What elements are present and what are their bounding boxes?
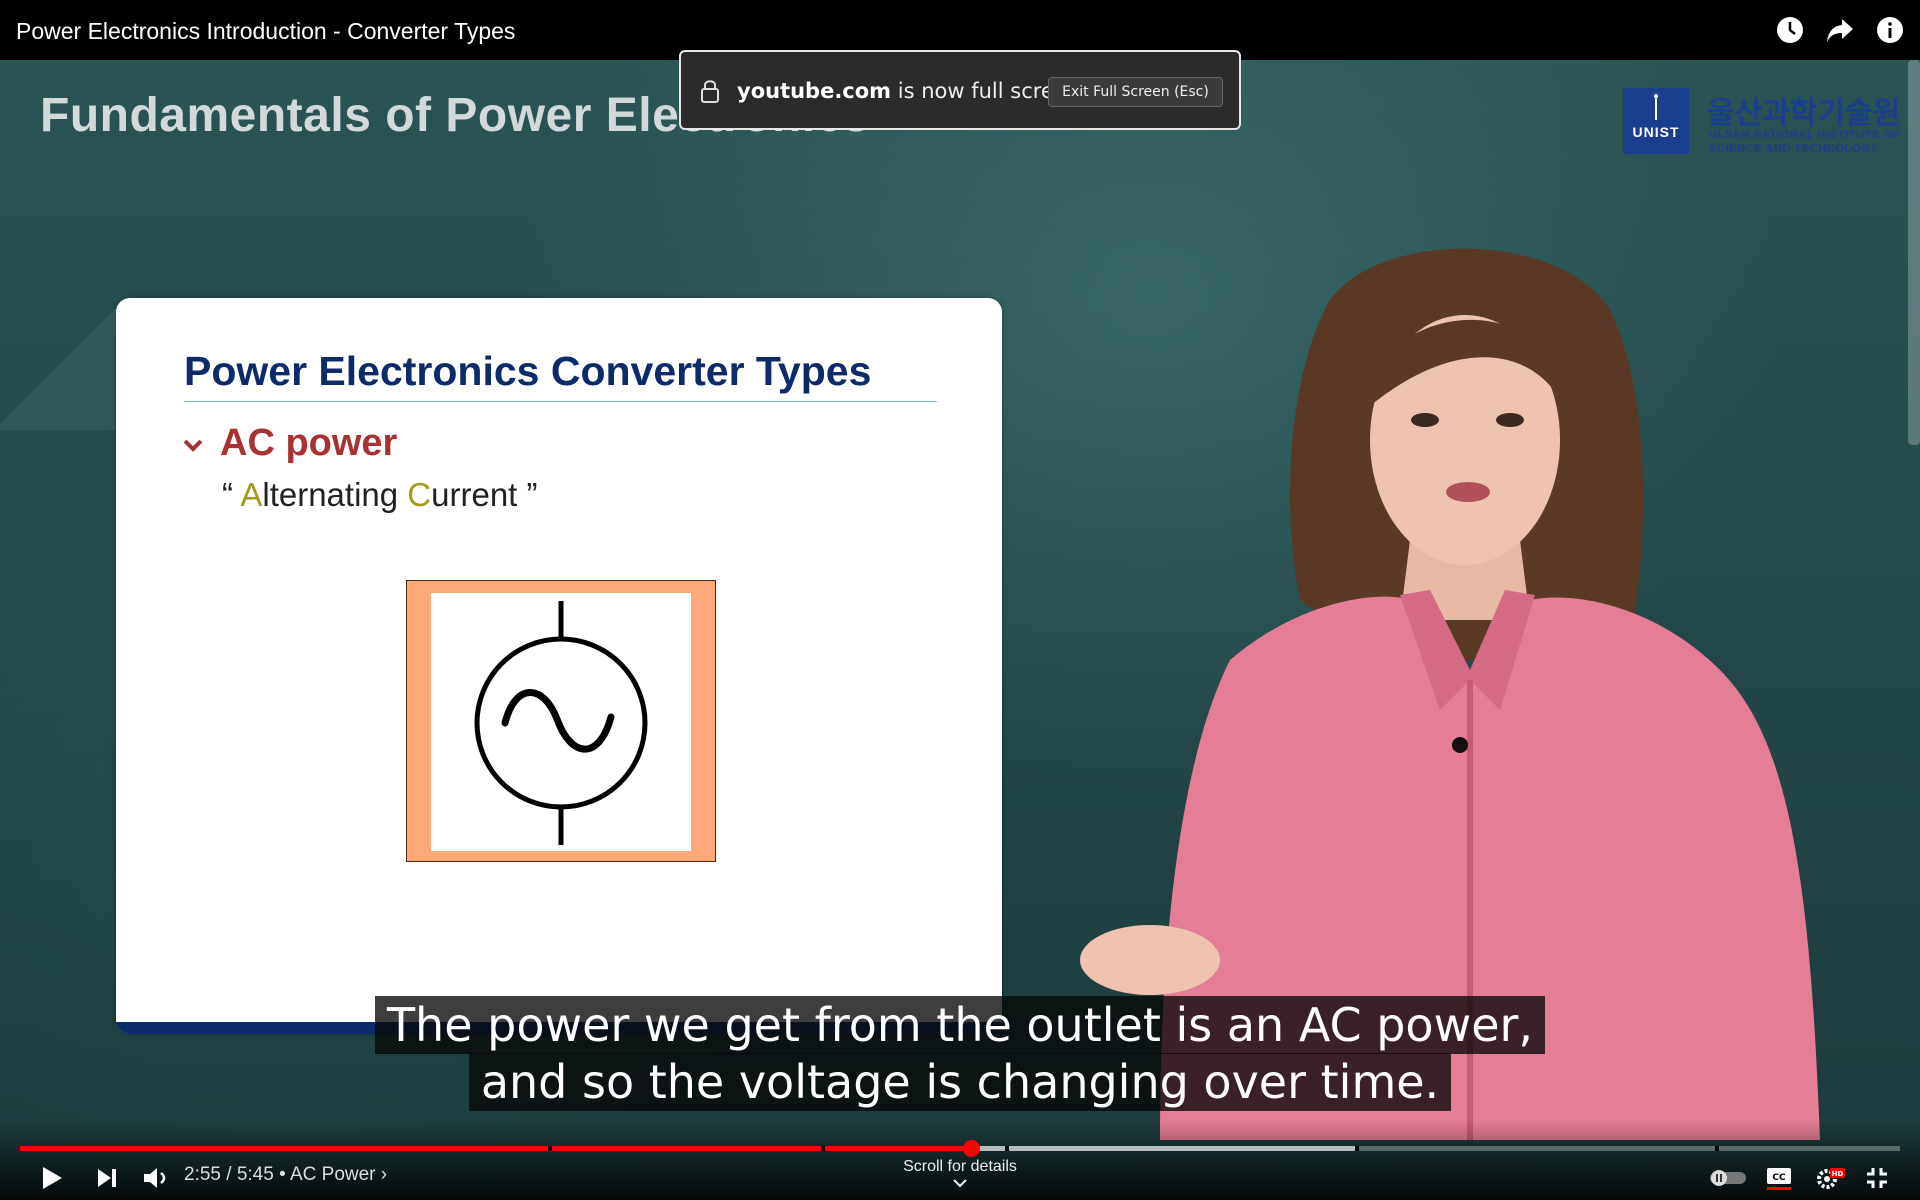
autoplay-toggle[interactable] — [1708, 1162, 1748, 1194]
caption-line-2: and so the voltage is changing over time… — [468, 1053, 1452, 1111]
background-shadow — [0, 300, 120, 430]
watch-later-icon[interactable] — [1774, 14, 1806, 46]
chapter-gap — [1355, 1146, 1359, 1151]
slide-title: Power Electronics Converter Types — [184, 348, 872, 394]
fullscreen-notice: youtube.com is now full screen Exit Full… — [679, 50, 1241, 130]
page-scrollbar[interactable] — [1908, 60, 1920, 445]
settings-button[interactable]: HD — [1814, 1162, 1848, 1194]
logo-english-line1: ULSAN NATIONAL INSTITUTE OF — [1709, 129, 1901, 141]
ac-source-diagram — [406, 580, 716, 862]
subtext-highlight-c: C — [407, 476, 432, 513]
exit-fullscreen-button[interactable]: Exit Full Screen (Esc) — [1048, 77, 1223, 107]
chapter-gap — [1005, 1146, 1009, 1151]
lecture-slide: Power Electronics Converter Types AC pow… — [116, 298, 1002, 1034]
subtext-end: urrent ” — [431, 476, 538, 513]
caption-line-1: The power we get from the outlet is an A… — [374, 996, 1546, 1054]
subtext-highlight-a: A — [240, 476, 263, 513]
caption-overlay: The power we get from the outlet is an A… — [0, 996, 1920, 1111]
chapter-gap — [1715, 1146, 1719, 1151]
chevron-down-icon — [953, 1179, 967, 1188]
settings-icon: HD — [1817, 1168, 1845, 1189]
logo-english-name: ULSAN NATIONAL INSTITUTE OF SCIENCE AND … — [1709, 128, 1900, 156]
exit-fullscreen-control[interactable] — [1860, 1162, 1894, 1194]
progress-played — [20, 1146, 972, 1151]
fullscreen-domain: youtube.com — [737, 79, 892, 103]
info-icon[interactable] — [1874, 14, 1906, 46]
scroll-hint-label: Scroll for details — [903, 1158, 1017, 1175]
slide-bullet: AC power — [220, 422, 398, 464]
slide-subtext: “ Alternating Current ” — [222, 476, 538, 514]
autoplay-toggle-icon — [1710, 1170, 1746, 1186]
fullscreen-notice-text: youtube.com is now full screen — [737, 79, 1080, 103]
chapter-gap — [821, 1146, 825, 1151]
exit-fullscreen-icon — [1867, 1168, 1887, 1188]
chevron-bullet-icon — [183, 439, 203, 452]
share-icon[interactable] — [1824, 14, 1856, 46]
chapter-gap — [548, 1146, 552, 1151]
subtext-middle: lternating — [262, 476, 408, 513]
progress-bar[interactable] — [20, 1140, 1900, 1157]
ac-source-symbol-icon — [474, 601, 648, 845]
unist-logo-mark: UNIST — [1623, 88, 1689, 154]
slide-divider — [184, 401, 937, 402]
unist-logo: UNIST 울산과학기술원 ULSAN NATIONAL INSTITUTE O… — [1623, 88, 1900, 156]
video-frame[interactable]: Fundamentals of Power Electronics UNIST … — [0, 0, 1920, 1200]
svg-text:CC: CC — [1772, 1173, 1786, 1183]
scroll-for-details[interactable]: Scroll for details — [0, 1158, 1920, 1188]
captions-icon: CC — [1767, 1168, 1791, 1190]
logo-korean-name: 울산과학기술원 — [1707, 97, 1901, 130]
logo-pin-icon — [1654, 94, 1658, 120]
logo-english-line2: SCIENCE AND TECHNOLOGY — [1709, 143, 1879, 155]
lock-icon — [701, 80, 719, 103]
svg-text:HD: HD — [1832, 1170, 1844, 1178]
subtext-open-quote: “ — [222, 476, 241, 513]
subtitles-button[interactable]: CC — [1762, 1162, 1796, 1194]
video-title[interactable]: Power Electronics Introduction - Convert… — [16, 18, 515, 45]
